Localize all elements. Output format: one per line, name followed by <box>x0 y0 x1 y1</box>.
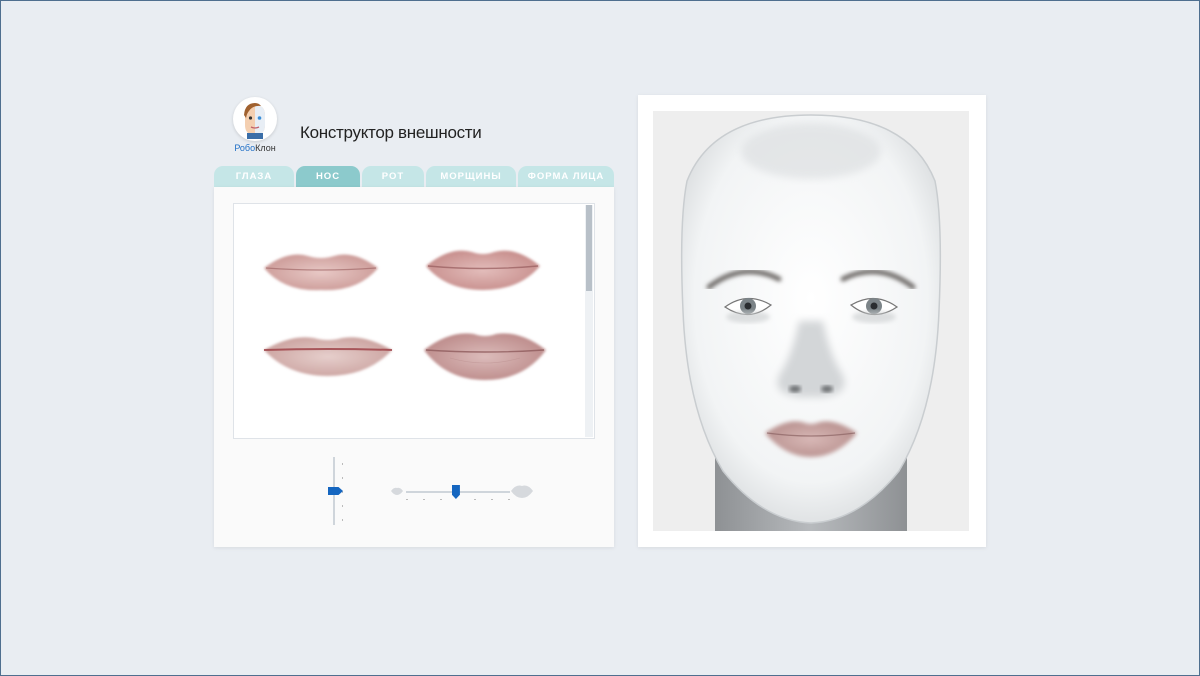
small-lips-icon <box>391 487 403 495</box>
size-slider-tick <box>508 499 510 500</box>
large-lips-icon <box>511 485 533 498</box>
vertical-slider-tick <box>342 477 343 479</box>
variant-gallery <box>233 203 595 439</box>
tab-mouth[interactable]: РОТ <box>362 166 424 187</box>
logo-text: РобоКлон <box>232 143 278 153</box>
size-slider-tick <box>491 499 493 500</box>
lips-variant-3[interactable] <box>258 326 398 380</box>
tab-nose[interactable]: НОС <box>296 166 360 187</box>
vertical-slider-tick <box>342 519 343 521</box>
face-composite-image <box>653 111 969 531</box>
size-slider-tick <box>440 499 442 500</box>
lips-variant-2[interactable] <box>420 244 546 292</box>
tab-face-shape[interactable]: ФОРМА ЛИЦА <box>518 166 614 187</box>
app-logo[interactable]: РобоКлон <box>232 97 278 153</box>
tab-wrinkles[interactable]: МОРЩИНЫ <box>426 166 516 187</box>
logo-text-part1: Робо <box>234 143 256 153</box>
robot-face-icon <box>233 97 277 141</box>
vertical-slider-tick <box>342 505 343 507</box>
tab-eyes[interactable]: ГЛАЗА <box>214 166 294 187</box>
gallery-scrollbar[interactable] <box>585 205 593 437</box>
size-slider-handle[interactable] <box>451 485 460 499</box>
size-slider-tick <box>423 499 425 500</box>
vertical-slider-handle[interactable] <box>328 487 343 495</box>
vertical-position-slider[interactable] <box>328 457 344 525</box>
face-preview <box>653 111 969 531</box>
editor-panel <box>214 187 614 547</box>
size-slider-tick <box>406 499 408 500</box>
gallery-scrollbar-thumb[interactable] <box>586 205 592 291</box>
page-title: Конструктор внешности <box>300 123 482 142</box>
logo-text-part2: Клон <box>255 143 276 153</box>
lips-variant-4[interactable] <box>420 324 550 384</box>
size-slider[interactable] <box>390 483 534 503</box>
lips-variant-1[interactable] <box>258 246 384 294</box>
size-slider-tick <box>474 499 476 500</box>
face-preview-frame <box>638 95 986 547</box>
vertical-slider-tick <box>342 463 343 465</box>
